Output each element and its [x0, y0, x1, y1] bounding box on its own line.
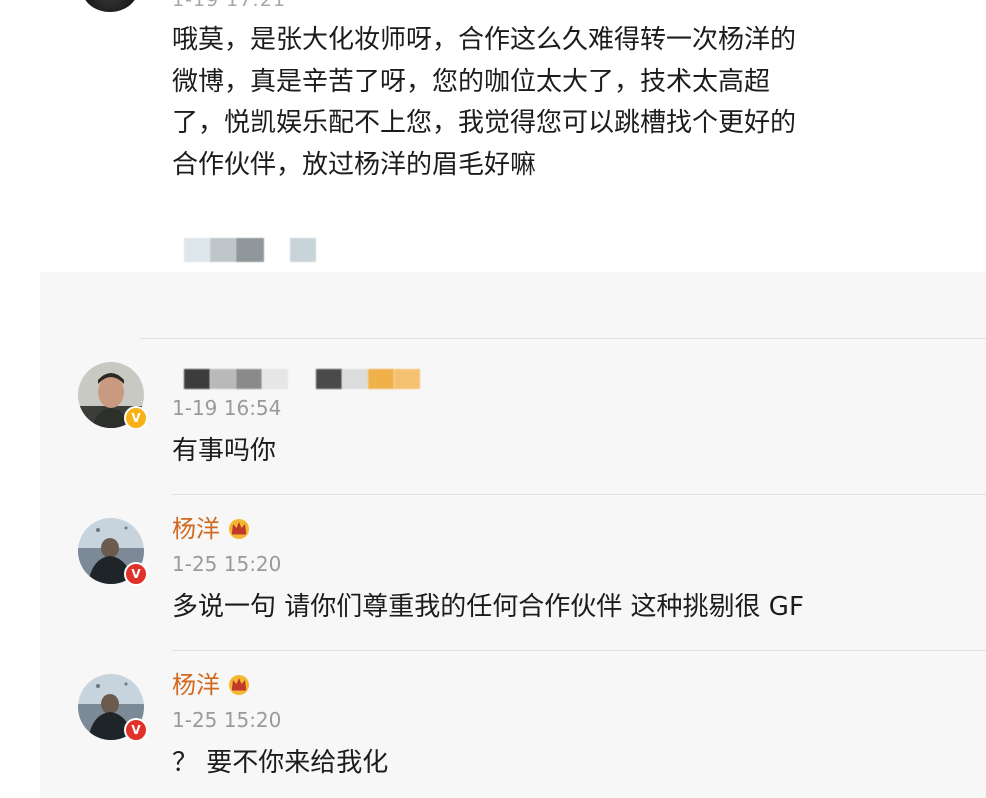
commenter-name[interactable]: 杨洋: [172, 670, 252, 700]
verified-badge-icon: V: [124, 562, 148, 586]
commenter-name[interactable]: 杨洋: [172, 514, 252, 544]
mosaic-block: [210, 369, 236, 389]
comment-text: 多说一句 请你们尊重我的任何合作伙伴 这种挑剔很 GF: [172, 592, 804, 622]
mosaic-block: [316, 369, 342, 389]
commenter-name-text: 杨洋: [172, 515, 220, 543]
post-line-3: 了，悦凯娱乐配不上您，我觉得您可以跳槽找个更好的: [172, 108, 797, 138]
comment-text: 有事吗你: [172, 436, 277, 466]
commenter-avatar[interactable]: V: [78, 518, 148, 586]
mosaic-block: [290, 238, 316, 262]
divider: [140, 338, 986, 339]
divider: [172, 494, 986, 495]
comment-timestamp: 1-25 15:20: [172, 708, 282, 732]
mosaic-block: [342, 369, 368, 389]
divider: [172, 650, 986, 651]
commenter-name-text: 杨洋: [172, 671, 220, 699]
original-post: 1-19 17:21 哦莫，是张大化妆师呀，合作这么久难得转一次杨洋的 微博，真…: [0, 0, 986, 272]
crown-icon: [226, 516, 252, 539]
mosaic-block: [184, 369, 210, 389]
mosaic-block: [236, 369, 262, 389]
mosaic-block: [236, 238, 264, 262]
mosaic-block: [394, 369, 420, 389]
mosaic-block: [184, 238, 210, 262]
post-line-2: 微博，真是辛苦了呀，您的咖位太大了，技术太高超: [172, 66, 771, 97]
mosaic-block: [210, 238, 236, 262]
weibo-screenshot: 1-19 17:21 哦莫，是张大化妆师呀，合作这么久难得转一次杨洋的 微博，真…: [0, 0, 986, 798]
post-line-4: 合作伙伴，放过杨洋的眉毛好嘛: [172, 149, 537, 180]
post-body: 哦莫，是张大化妆师呀，合作这么久难得转一次杨洋的 微博，真是辛苦了呀，您的咖位太…: [172, 20, 892, 186]
post-line-1: 哦莫，是张大化妆师呀，合作这么久难得转一次杨洋的: [172, 25, 797, 55]
comment-timestamp: 1-25 15:20: [172, 552, 282, 576]
verified-badge-icon: V: [124, 406, 148, 430]
mosaic-block: [262, 369, 288, 389]
comment-timestamp: 1-19 16:54: [172, 396, 282, 420]
mosaic-block: [368, 369, 394, 389]
post-timestamp: 1-19 17:21: [172, 0, 286, 9]
comment-text: ？ 要不你来给我化: [172, 748, 389, 778]
commenter-avatar[interactable]: V: [78, 674, 148, 742]
verified-badge-icon: V: [124, 718, 148, 742]
commenter-avatar[interactable]: V: [78, 362, 148, 430]
crown-icon: [226, 672, 252, 695]
post-author-avatar[interactable]: [82, 0, 138, 12]
